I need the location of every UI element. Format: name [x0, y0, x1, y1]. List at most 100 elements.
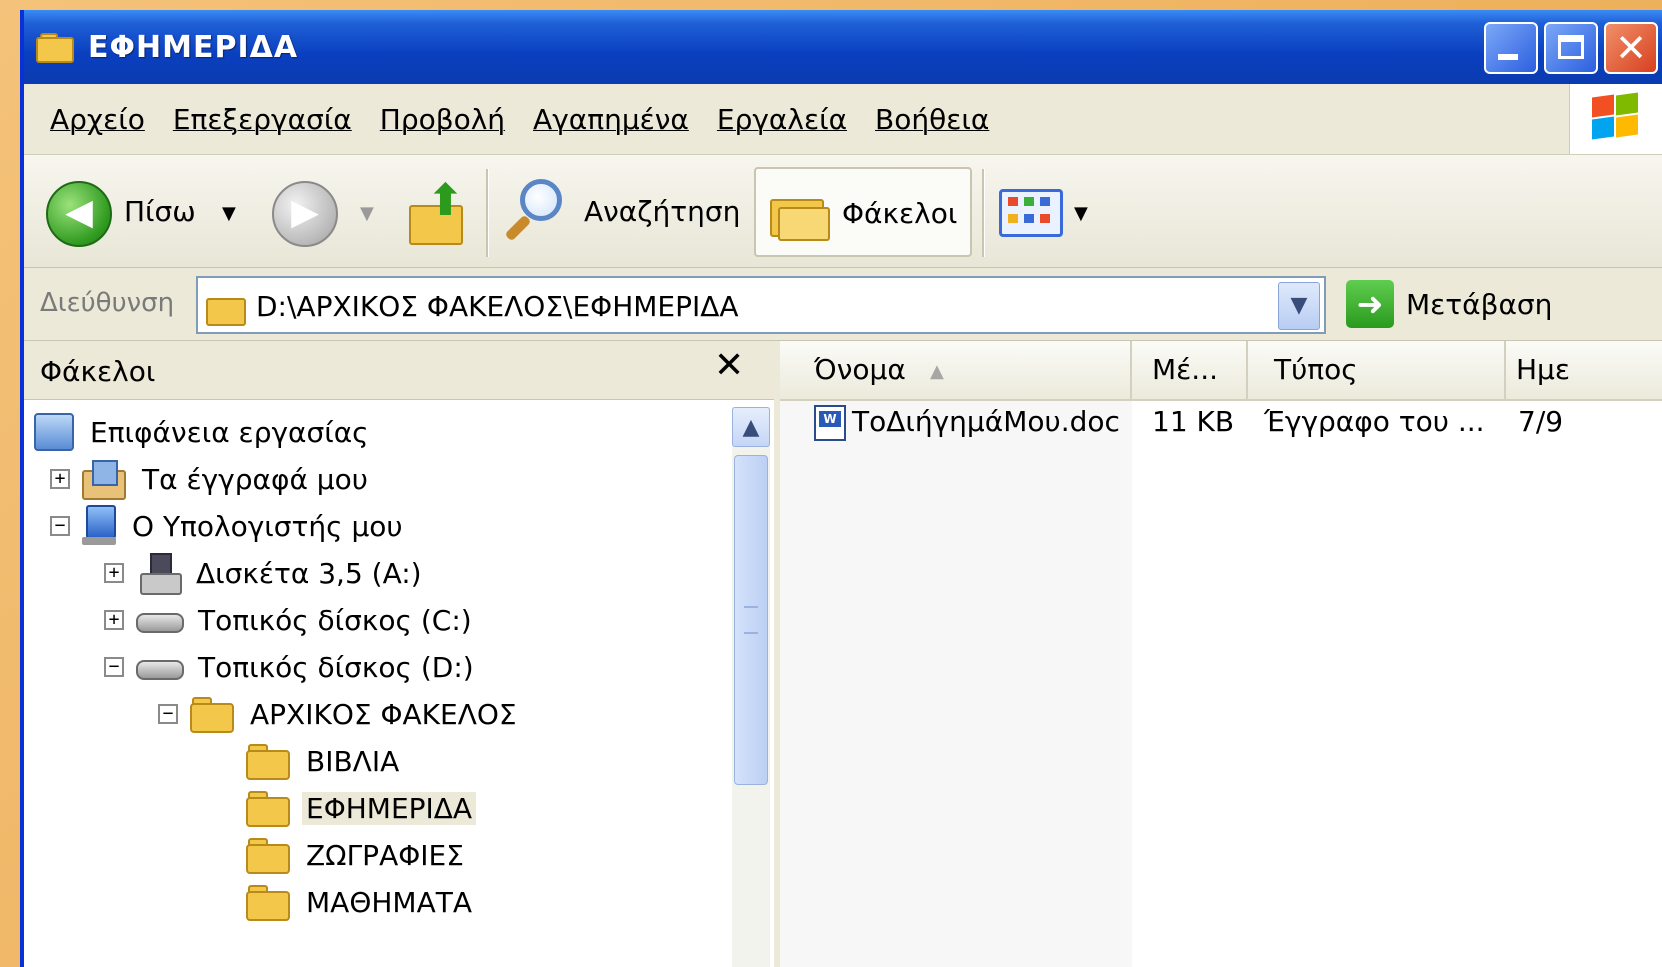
menu-view[interactable]: Προβολή: [380, 103, 505, 136]
close-pane-icon[interactable]: ✕: [714, 345, 744, 386]
tree-item-drawings[interactable]: ΖΩΓΡΑΦΙΕΣ: [246, 832, 468, 878]
title-bar[interactable]: ΕΦΗΜΕΡΙΔΑ ✕: [24, 10, 1662, 84]
tree-scrollbar[interactable]: ▲: [732, 407, 770, 967]
tree-item-label: ΕΦΗΜΕΡΙΔΑ: [302, 791, 477, 825]
address-input[interactable]: D:\ΑΡΧΙΚΟΣ ΦΑΚΕΛΟΣ\ΕΦΗΜΕΡΙΔΑ ▼: [196, 276, 1326, 334]
file-size: 11 KB: [1152, 405, 1235, 438]
tree-item-desktop[interactable]: Επιφάνεια εργασίας: [34, 409, 373, 455]
name-column-highlight: [780, 401, 1132, 967]
address-bar: Διεύθυνση D:\ΑΡΧΙΚΟΣ ΦΑΚΕΛΟΣ\ΕΦΗΜΕΡΙΔΑ ▼…: [24, 268, 1662, 341]
tree-item-label: Τοπικός δίσκος (C:): [198, 603, 472, 637]
scroll-up-icon[interactable]: ▲: [732, 407, 770, 447]
explorer-window: ΕΦΗΜΕΡΙΔΑ ✕ Αρχείο Επεξεργασία Προβολή Α…: [20, 10, 1662, 967]
folders-pane-header: Φάκελοι ✕: [24, 341, 774, 400]
tree-item-label: ΜΑΘΗΜΑΤΑ: [306, 885, 472, 919]
my-documents-icon: [82, 460, 126, 500]
folder-tree: Επιφάνεια εργασίας + Τα έγγραφά μου − Ο …: [24, 403, 724, 967]
views-button[interactable]: [999, 189, 1063, 237]
maximize-icon: [1558, 35, 1584, 59]
tree-item-drive-c[interactable]: + Τοπικός δίσκος (C:): [104, 597, 476, 643]
folders-icon: [770, 191, 830, 241]
up-folder-button[interactable]: ⬆: [409, 175, 464, 245]
expand-icon[interactable]: +: [104, 563, 124, 583]
sort-ascending-icon: ▲: [930, 361, 944, 382]
tree-item-newspaper[interactable]: ΕΦΗΜΕΡΙΔΑ: [246, 785, 477, 831]
file-date: 7/9: [1518, 405, 1564, 438]
forward-arrow-icon: ▶: [291, 192, 319, 233]
tree-item-label: Ο Υπολογιστής μου: [132, 509, 403, 543]
desktop-icon: [34, 413, 74, 451]
back-arrow-icon: ◀: [65, 192, 93, 233]
column-label: Όνομα: [814, 353, 906, 386]
tree-item-my-documents[interactable]: + Τα έγγραφά μου: [50, 456, 372, 502]
column-header-type[interactable]: Τύπος: [1248, 341, 1506, 399]
address-label: Διεύθυνση: [40, 288, 175, 318]
folder-icon: [206, 292, 246, 326]
maximize-button[interactable]: [1544, 22, 1598, 74]
address-value[interactable]: D:\ΑΡΧΙΚΟΣ ΦΑΚΕΛΟΣ\ΕΦΗΜΕΡΙΔΑ: [256, 290, 739, 323]
tree-item-label: Δισκέτα 3,5 (A:): [196, 556, 422, 590]
close-button[interactable]: ✕: [1604, 22, 1658, 74]
menu-help[interactable]: Βοήθεια: [875, 103, 989, 136]
folders-pane: Φάκελοι ✕ Επιφάνεια εργασίας + Τα έγγραφ…: [24, 341, 774, 967]
scrollbar-thumb[interactable]: [734, 455, 768, 785]
my-computer-icon: [82, 505, 116, 547]
collapse-icon[interactable]: −: [50, 516, 70, 536]
tree-item-label: ΑΡΧΙΚΟΣ ΦΑΚΕΛΟΣ: [250, 697, 517, 731]
tree-item-label: ΖΩΓΡΑΦΙΕΣ: [306, 838, 464, 872]
address-dropdown-icon[interactable]: ▼: [1278, 282, 1320, 330]
forward-button[interactable]: ▶: [272, 181, 338, 247]
go-arrow-icon[interactable]: ➜: [1346, 280, 1394, 328]
tree-item-my-computer[interactable]: − Ο Υπολογιστής μου: [50, 503, 407, 549]
folder-icon: [246, 744, 290, 780]
folder-icon: [36, 33, 74, 63]
file-list-header: Όνομα ▲ Μέ... Τύπος Ημε: [780, 341, 1662, 401]
word-document-icon: W: [814, 405, 846, 441]
table-row[interactable]: W ΤοΔιήγημάΜου.doc 11 KB Έγγραφο του ...…: [780, 401, 1662, 445]
tree-item-books[interactable]: ΒΙΒΛΙΑ: [246, 738, 403, 784]
collapse-icon[interactable]: −: [104, 657, 124, 677]
toolbar: ◀ Πίσω ▼ ▶ ▼ ⬆ Αναζήτηση Φάκελοι ▼: [24, 155, 1662, 268]
forward-dropdown-icon[interactable]: ▼: [360, 203, 374, 224]
go-button[interactable]: Μετάβαση: [1406, 288, 1552, 321]
folders-button[interactable]: Φάκελοι: [754, 167, 972, 257]
file-list: Όνομα ▲ Μέ... Τύπος Ημε W ΤοΔιήγημάΜου.d…: [780, 341, 1662, 967]
tree-item-label: Επιφάνεια εργασίας: [90, 415, 369, 449]
search-button[interactable]: Αναζήτηση: [584, 195, 740, 228]
menu-bar: Αρχείο Επεξεργασία Προβολή Αγαπημένα Εργ…: [24, 84, 1662, 155]
tree-item-floppy[interactable]: + Δισκέτα 3,5 (A:): [104, 550, 426, 596]
tree-item-lessons[interactable]: ΜΑΘΗΜΑΤΑ: [246, 879, 476, 925]
up-arrow-icon: ⬆: [427, 175, 464, 226]
menu-tools[interactable]: Εργαλεία: [717, 103, 847, 136]
hard-disk-icon: [136, 605, 184, 635]
views-dropdown-icon[interactable]: ▼: [1074, 203, 1088, 224]
tree-item-label: Τοπικός δίσκος (D:): [198, 650, 474, 684]
minimize-button[interactable]: [1484, 22, 1538, 74]
tree-item-root-folder[interactable]: − ΑΡΧΙΚΟΣ ΦΑΚΕΛΟΣ: [158, 691, 521, 737]
column-header-name[interactable]: Όνομα ▲: [780, 341, 1132, 399]
folders-pane-title: Φάκελοι: [40, 355, 156, 388]
column-header-date[interactable]: Ημε: [1506, 341, 1662, 399]
back-label[interactable]: Πίσω: [124, 195, 196, 228]
file-type: Έγγραφο του ...: [1264, 405, 1485, 438]
folder-icon: [246, 885, 290, 921]
expand-icon[interactable]: +: [104, 610, 124, 630]
folder-icon: [246, 791, 290, 827]
folders-label: Φάκελοι: [842, 197, 958, 230]
column-header-size[interactable]: Μέ...: [1132, 341, 1248, 399]
menu-file[interactable]: Αρχείο: [50, 103, 145, 136]
folder-icon: [190, 697, 234, 733]
collapse-icon[interactable]: −: [158, 704, 178, 724]
menu-edit[interactable]: Επεξεργασία: [173, 103, 352, 136]
column-label: Τύπος: [1274, 353, 1358, 386]
expand-icon[interactable]: +: [50, 469, 70, 489]
floppy-drive-icon: [136, 553, 182, 595]
back-button[interactable]: ◀: [46, 181, 112, 247]
tree-item-drive-d[interactable]: − Τοπικός δίσκος (D:): [104, 644, 478, 690]
tree-item-label: ΒΙΒΛΙΑ: [306, 744, 400, 778]
toolbar-separator: [486, 169, 489, 257]
menu-favorites[interactable]: Αγαπημένα: [533, 103, 689, 136]
back-dropdown-icon[interactable]: ▼: [222, 203, 236, 224]
windows-logo-icon: [1569, 84, 1662, 154]
search-icon[interactable]: [502, 177, 572, 247]
